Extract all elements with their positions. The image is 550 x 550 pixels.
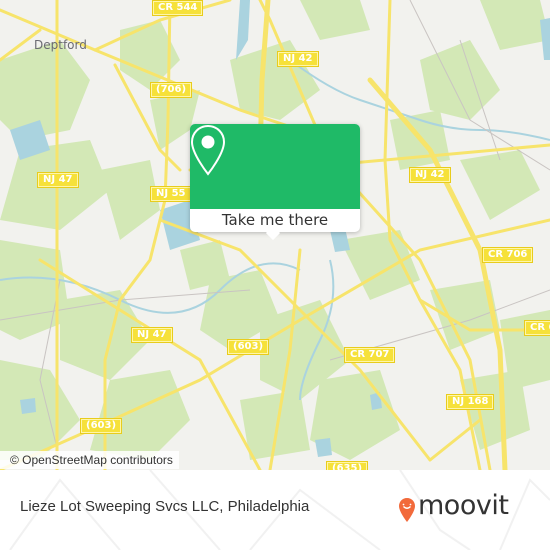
moovit-wordmark: moovit <box>418 490 509 521</box>
location-popup: Take me there <box>190 124 360 241</box>
moovit-pin-icon <box>399 498 415 522</box>
map-view[interactable]: Deptford CR 544 (706) NJ 42 NJ 42 NJ 47 … <box>0 0 550 470</box>
place-title: Lieze Lot Sweeping Svcs LLC, Philadelphi… <box>20 498 310 515</box>
route-shield: NJ 55 <box>150 186 192 202</box>
route-shield: CR 706 <box>481 247 534 263</box>
take-me-there-button[interactable]: Take me there <box>190 209 360 232</box>
route-shield: (706) <box>149 82 193 98</box>
route-shield: CR 6 <box>523 320 550 336</box>
route-shield: (603) <box>226 339 270 355</box>
route-shield: (603) <box>79 418 123 434</box>
route-shield: CR 544 <box>151 0 204 16</box>
route-shield: NJ 47 <box>37 172 79 188</box>
route-shield: NJ 42 <box>409 167 451 183</box>
popup-header <box>190 124 360 209</box>
route-shield: CR 707 <box>343 347 396 363</box>
footer-bar: Lieze Lot Sweeping Svcs LLC, Philadelphi… <box>0 470 550 550</box>
place-label-deptford: Deptford <box>34 38 87 52</box>
route-shield: NJ 168 <box>445 394 495 410</box>
map-pin-icon <box>190 124 226 176</box>
map-attribution[interactable]: © OpenStreetMap contributors <box>0 451 179 469</box>
route-shield: (635) <box>325 461 369 470</box>
route-shield: NJ 42 <box>277 51 319 67</box>
route-shield: NJ 47 <box>131 327 173 343</box>
